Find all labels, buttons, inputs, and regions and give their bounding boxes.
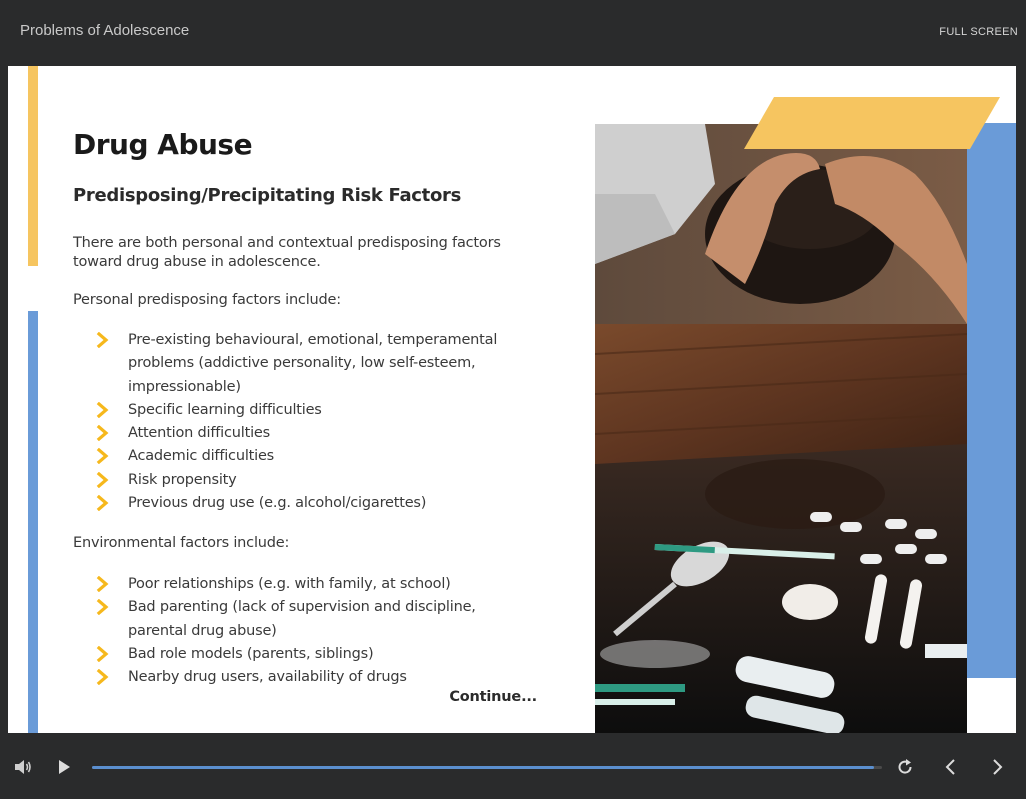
- list-item: Bad role models (parents, siblings): [96, 643, 536, 666]
- list-item: Specific learning difficulties: [96, 399, 536, 422]
- list-item: Pre-existing behavioural, emotional, tem…: [96, 329, 536, 399]
- chevron-right-bullet-icon: [96, 401, 109, 418]
- slide-subtitle: Predisposing/Precipitating Risk Factors: [73, 185, 462, 206]
- list-item-text: parental drug abuse): [128, 622, 277, 639]
- play-icon[interactable]: [58, 760, 70, 774]
- intro-paragraph: There are both personal and contextual p…: [73, 234, 553, 272]
- intro-line: There are both personal and contextual p…: [73, 235, 501, 251]
- list-item: Academic difficulties: [96, 445, 536, 468]
- list-item: Bad parenting (lack of supervision and d…: [96, 596, 536, 643]
- replay-icon[interactable]: [896, 758, 914, 776]
- chevron-right-bullet-icon: [96, 576, 109, 592]
- chevron-right-bullet-icon: [96, 599, 109, 616]
- list-item-text: Previous drug use (e.g. alcohol/cigarett…: [128, 495, 427, 512]
- progress-fill: [92, 766, 875, 769]
- list-item: Nearby drug users, availability of drugs: [96, 666, 536, 689]
- list-item-text: Specific learning difficulties: [128, 401, 322, 418]
- list-item-text: Bad role models (parents, siblings): [128, 645, 374, 662]
- list-item-text: problems (addictive personality, low sel…: [128, 355, 476, 372]
- list-item-text: Attention difficulties: [128, 425, 270, 442]
- slide-photo: [595, 124, 967, 733]
- list-item-text: Nearby drug users, availability of drugs: [128, 669, 407, 686]
- continue-link[interactable]: Continue...: [449, 689, 537, 705]
- chevron-right-bullet-icon: [96, 645, 109, 662]
- list-item-text: Academic difficulties: [128, 448, 275, 465]
- list-item: Risk propensity: [96, 469, 536, 492]
- yellow-decor-shape: [744, 97, 1000, 149]
- progress-bar[interactable]: [92, 766, 882, 769]
- list-item: Previous drug use (e.g. alcohol/cigarett…: [96, 492, 536, 515]
- chevron-right-bullet-icon: [96, 332, 109, 348]
- chevron-right-icon[interactable]: [992, 759, 1004, 775]
- chevron-right-bullet-icon: [96, 471, 109, 488]
- environmental-factors-heading: Environmental factors include:: [73, 535, 290, 551]
- list-item-text: Risk propensity: [128, 471, 237, 488]
- intro-line: toward drug abuse in adolescence.: [73, 254, 321, 270]
- list-item-text: impressionable): [128, 378, 241, 395]
- fullscreen-button[interactable]: FULL SCREEN: [939, 26, 1018, 38]
- photo-distressed-person-with-drugs-icon: [595, 124, 967, 733]
- chevron-right-bullet-icon: [96, 495, 109, 512]
- blue-accent-bar: [28, 311, 38, 733]
- course-title: Problems of Adolescence: [20, 22, 190, 39]
- list-item-text: Bad parenting (lack of supervision and d…: [128, 599, 476, 616]
- slide-title: Drug Abuse: [73, 128, 253, 161]
- top-bar: Problems of Adolescence FULL SCREEN: [0, 0, 1026, 66]
- volume-icon[interactable]: [14, 759, 32, 775]
- list-item-text: Poor relationships (e.g. with family, at…: [128, 576, 451, 592]
- blue-decor-block: [965, 123, 1016, 678]
- player-controls: [0, 733, 1026, 799]
- environmental-factors-list: Poor relationships (e.g. with family, at…: [96, 573, 536, 689]
- slide-content: Drug Abuse Predisposing/Precipitating Ri…: [8, 66, 1016, 733]
- personal-factors-heading: Personal predisposing factors include:: [73, 292, 341, 308]
- list-item-text: Pre-existing behavioural, emotional, tem…: [128, 332, 498, 348]
- list-item: Attention difficulties: [96, 422, 536, 445]
- chevron-right-bullet-icon: [96, 448, 109, 465]
- chevron-left-icon[interactable]: [944, 759, 956, 775]
- personal-factors-list: Pre-existing behavioural, emotional, tem…: [96, 329, 536, 515]
- chevron-right-bullet-icon: [96, 669, 109, 686]
- yellow-accent-bar: [28, 66, 38, 266]
- list-item: Poor relationships (e.g. with family, at…: [96, 573, 536, 596]
- chevron-right-bullet-icon: [96, 425, 109, 442]
